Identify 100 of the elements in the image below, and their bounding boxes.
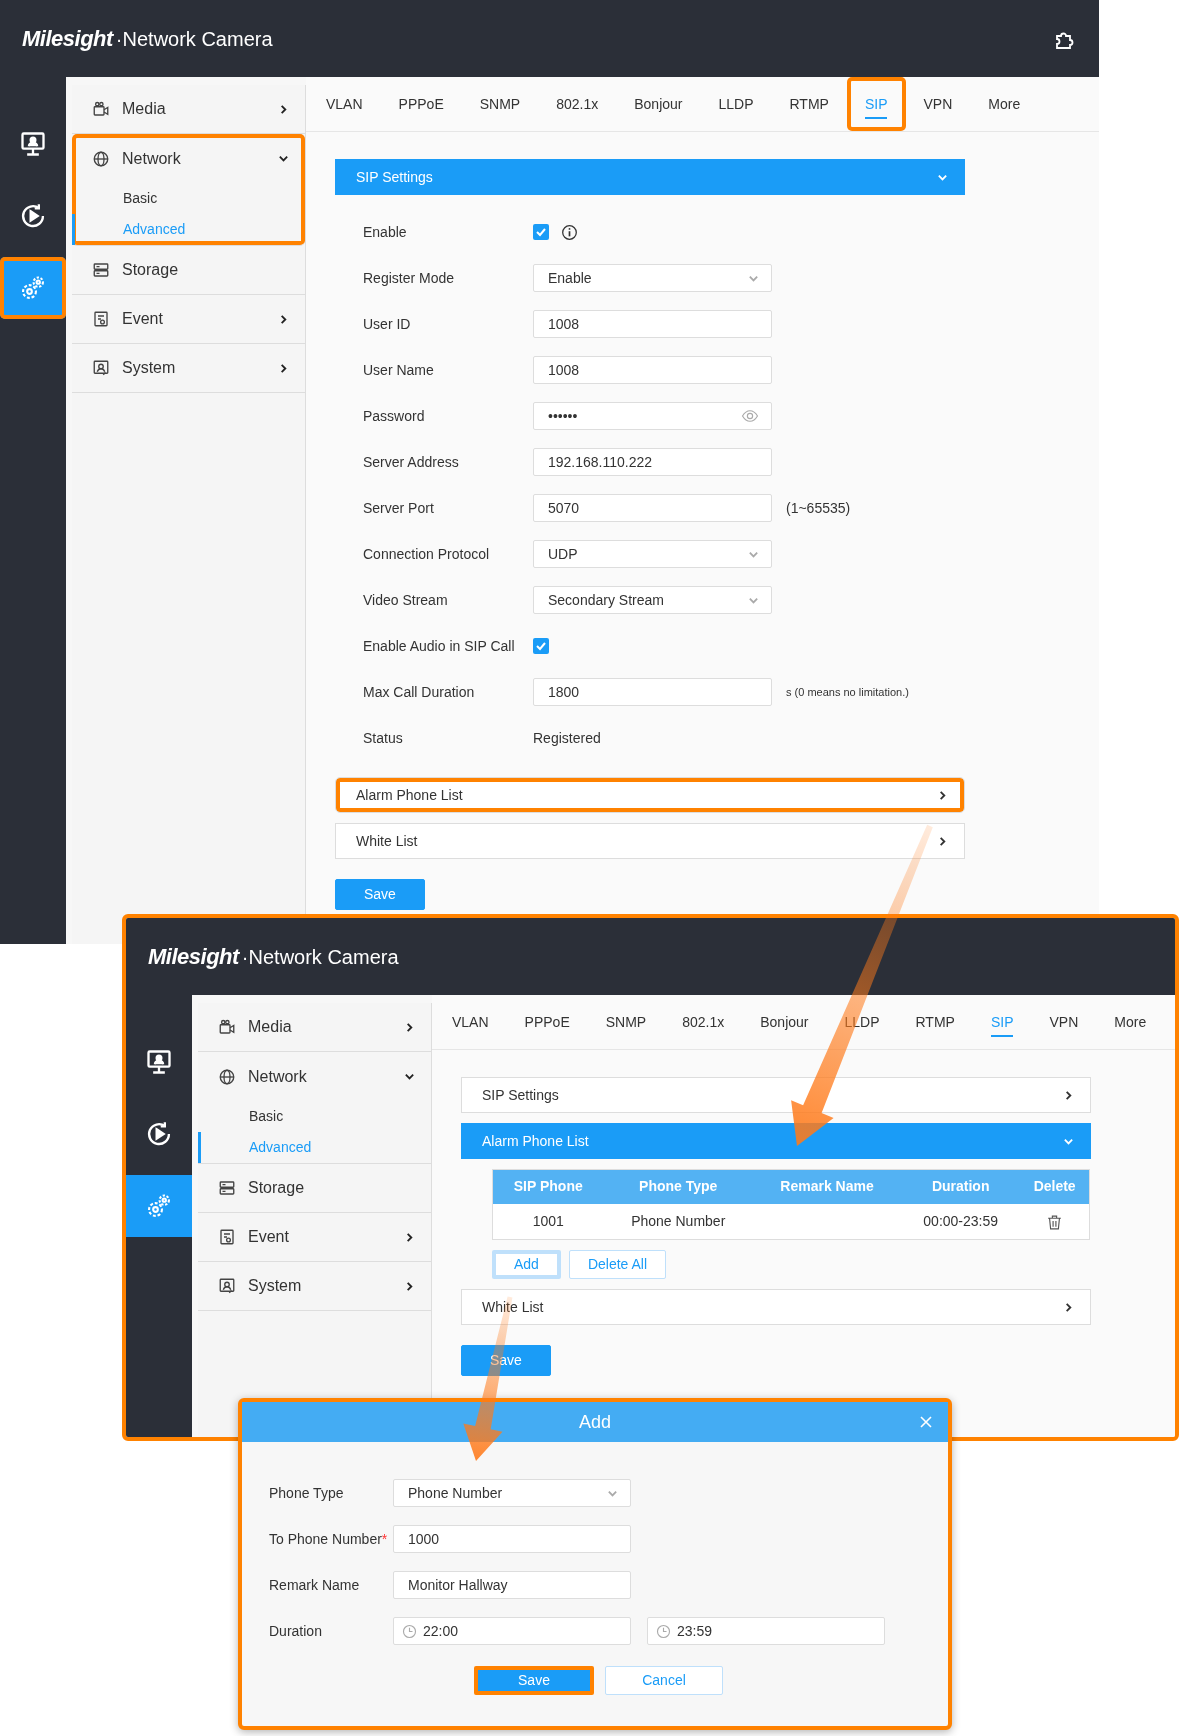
time-field[interactable]: 22:00	[393, 1617, 631, 1645]
field-label: Password	[363, 407, 425, 424]
required-mark: *	[381, 1530, 388, 1547]
field-label: Connection Protocol	[363, 545, 490, 562]
time-field[interactable]: 23:59	[647, 1617, 885, 1645]
submenu-item[interactable]: Basic	[72, 183, 305, 214]
menu-item[interactable]: System	[198, 1262, 431, 1311]
status-value: Registered	[533, 728, 601, 748]
tab[interactable]: VLAN	[308, 77, 381, 131]
chevron-down-icon	[404, 1071, 415, 1082]
playback-icon	[19, 202, 47, 230]
menu-item[interactable]: Media	[198, 1003, 431, 1052]
chevron-right-icon	[278, 362, 289, 374]
table-cell: Phone Number	[603, 1203, 753, 1240]
dropdown[interactable]: UDP	[533, 540, 772, 568]
field-label: Server Port	[363, 499, 434, 516]
menu-item[interactable]: Network	[72, 134, 305, 183]
tab[interactable]: RTMP	[771, 77, 847, 131]
tab[interactable]: LLDP	[700, 77, 772, 131]
text-field[interactable]: 1008	[533, 310, 772, 338]
table-cell: 00:00-23:59	[901, 1203, 1021, 1240]
tab[interactable]: VPN	[1031, 995, 1097, 1049]
system-icon	[218, 1277, 236, 1295]
tab[interactable]: RTMP	[897, 995, 973, 1049]
menu-item[interactable]: Event	[72, 295, 305, 344]
section-header[interactable]: SIP Settings	[461, 1077, 1091, 1113]
text-field[interactable]: 192.168.110.222	[533, 448, 772, 476]
dropdown[interactable]: Enable	[533, 264, 772, 292]
menu-item[interactable]: Storage	[198, 1164, 431, 1213]
checkbox[interactable]	[533, 224, 549, 240]
menu-item[interactable]: Event	[198, 1213, 431, 1262]
chevron-right-icon	[937, 835, 948, 847]
globe-icon	[92, 149, 110, 168]
document-icon	[218, 1228, 236, 1246]
document-icon	[92, 310, 110, 328]
tab[interactable]: SNMP	[461, 77, 539, 131]
menu-item[interactable]: Storage	[72, 246, 305, 295]
chevron-right-icon	[404, 1231, 415, 1243]
section-header[interactable]: White List	[335, 823, 965, 859]
tab[interactable]: Bonjour	[616, 77, 701, 131]
column-header: Phone Type	[603, 1169, 753, 1204]
camera-icon	[92, 100, 110, 118]
app-title: ·Network Camera	[241, 944, 399, 970]
text-field[interactable]: 1000	[393, 1525, 631, 1553]
chevron-right-icon	[404, 1280, 415, 1292]
menu-item[interactable]: System	[72, 344, 305, 393]
field-label: Enable	[363, 223, 407, 240]
submenu-item[interactable]: Basic	[198, 1101, 431, 1132]
system-icon	[92, 359, 110, 377]
tab[interactable]: 802.1x	[538, 77, 617, 131]
text-field[interactable]: 1800	[533, 678, 772, 706]
playback-icon	[145, 1120, 173, 1148]
dropdown[interactable]: Phone Number	[393, 1479, 631, 1507]
field-label: To Phone Number	[269, 1530, 382, 1547]
chevron-right-icon	[278, 103, 289, 115]
tab[interactable]: Bonjour	[742, 995, 827, 1049]
storage-icon	[92, 261, 110, 279]
tab[interactable]: 802.1x	[664, 995, 743, 1049]
tab[interactable]: More	[1096, 995, 1165, 1049]
tab[interactable]: More	[970, 77, 1039, 131]
chevron-down-icon	[278, 153, 289, 164]
dialog-title: Add	[579, 1410, 611, 1434]
field-label: Duration	[269, 1622, 322, 1639]
tab[interactable]: SNMP	[587, 995, 665, 1049]
password-field[interactable]: ••••••	[533, 402, 772, 430]
chevron-right-icon	[404, 1021, 415, 1033]
brand-logo: Milesight	[22, 25, 113, 53]
text-field[interactable]: 5070	[533, 494, 772, 522]
tab[interactable]: PPPoE	[380, 77, 462, 131]
field-label: User Name	[363, 361, 434, 378]
dropdown[interactable]: Secondary Stream	[533, 586, 772, 614]
column-header: Delete	[1020, 1169, 1090, 1204]
column-header: Duration	[901, 1169, 1021, 1204]
field-label: Server Address	[363, 453, 459, 470]
field-label: Status	[363, 729, 403, 746]
delete-button[interactable]	[1046, 1212, 1064, 1229]
tab[interactable]: VLAN	[434, 995, 507, 1049]
field-label: Enable Audio in SIP Call	[363, 637, 515, 654]
menu-item[interactable]: Network	[198, 1052, 431, 1101]
globe-icon	[218, 1067, 236, 1086]
monitor-icon	[19, 130, 47, 158]
section-header[interactable]: White List	[461, 1289, 1091, 1325]
app-title: ·Network Camera	[115, 26, 273, 52]
storage-icon	[218, 1179, 236, 1197]
clock-icon	[402, 1623, 417, 1639]
chevron-right-icon	[1063, 1301, 1074, 1313]
tab[interactable]: VPN	[905, 77, 971, 131]
chevron-right-icon	[937, 789, 948, 801]
section-header[interactable]: Alarm Phone List	[335, 777, 965, 813]
chevron-right-icon	[1063, 1089, 1074, 1101]
checkbox[interactable]	[533, 638, 549, 654]
tab[interactable]: PPPoE	[506, 995, 588, 1049]
gear-icon	[145, 1192, 173, 1220]
menu-item[interactable]: Media	[72, 85, 305, 134]
brand-logo: Milesight	[148, 943, 239, 971]
table-cell: 1001	[492, 1203, 604, 1240]
field-label: Register Mode	[363, 269, 455, 286]
text-field[interactable]: Monitor Hallway	[393, 1571, 631, 1599]
text-field[interactable]: 1008	[533, 356, 772, 384]
monitor-icon	[145, 1048, 173, 1076]
